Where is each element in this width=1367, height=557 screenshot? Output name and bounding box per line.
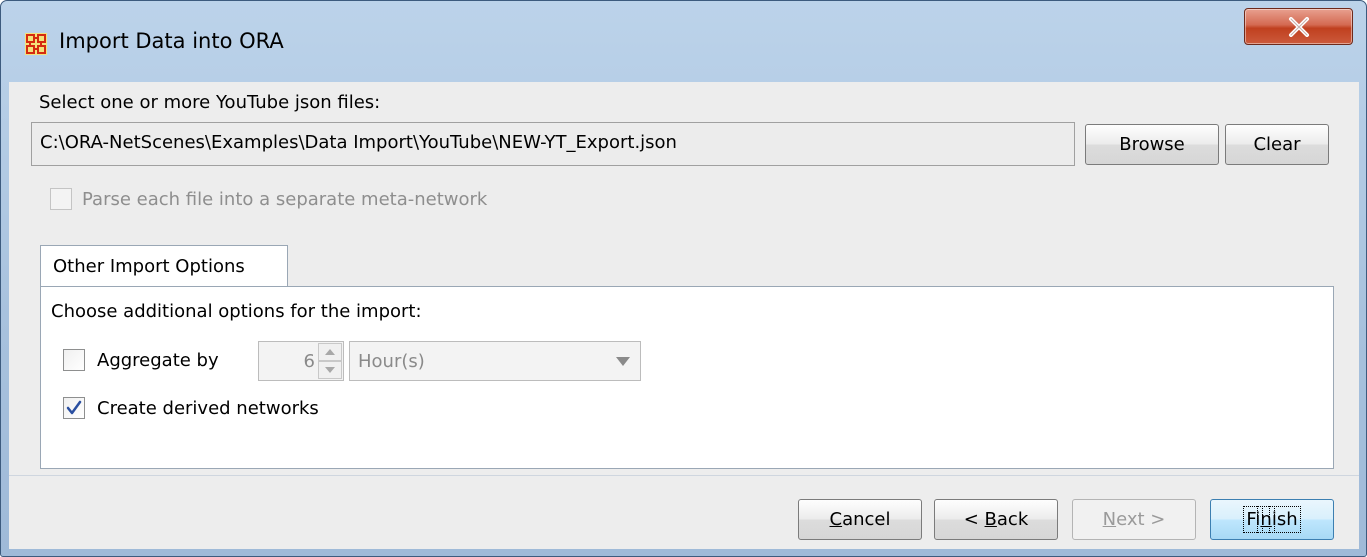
parse-separate-checkbox[interactable] [50,188,72,210]
back-mnemonic: B [984,509,997,530]
spin-down-button[interactable] [318,361,342,379]
clear-button[interactable]: Clear [1225,124,1329,165]
back-button[interactable]: < Back [934,499,1058,540]
aggregate-label: Aggregate by [97,350,219,371]
finish-label-suffix: ish [1268,506,1301,533]
close-button[interactable] [1244,8,1353,45]
derived-networks-label: Create derived networks [97,398,319,419]
back-label-suffix: ack [996,509,1029,530]
window-title: Import Data into ORA [59,29,284,53]
aggregate-unit-value: Hour(s) [358,351,425,372]
cancel-mnemonic: C [829,509,843,530]
back-label-prefix: < [963,509,985,530]
dialog-content: Select one or more YouTube json files: C… [9,82,1359,475]
dialog-footer: Cancel < Back Next > Finish [9,475,1359,549]
file-select-label: Select one or more YouTube json files: [39,92,381,113]
aggregate-unit-select[interactable]: Hour(s) [349,341,641,381]
aggregate-amount-spinner[interactable]: 6 [258,341,344,381]
finish-label-prefix: Fi [1243,506,1264,533]
ora-grid-icon [25,33,47,55]
title-bar[interactable]: Import Data into ORA [1,1,1366,81]
next-label-suffix: ext > [1116,509,1166,530]
file-path-field[interactable]: C:\ORA-NetScenes\Examples\Data Import\Yo… [31,122,1075,166]
checkmark-icon [66,400,82,415]
aggregate-amount-value: 6 [303,351,315,372]
parse-separate-label: Parse each file into a separate meta-net… [82,189,488,210]
tab-label: Other Import Options [53,256,245,277]
options-panel: Choose additional options for the import… [40,286,1334,469]
next-mnemonic: N [1102,509,1117,530]
finish-mnemonic: n [1257,506,1275,533]
cancel-label-suffix: ancel [842,509,891,530]
derived-networks-checkbox[interactable] [63,397,85,419]
aggregate-checkbox[interactable] [63,349,85,371]
spinner-arrows-icon[interactable] [318,343,342,379]
browse-button[interactable]: Browse [1085,124,1219,165]
next-button[interactable]: Next > [1072,499,1196,540]
finish-button[interactable]: Finish [1210,499,1334,540]
finish-label: Finish [1243,506,1301,533]
tab-other-import-options[interactable]: Other Import Options [40,245,288,287]
options-instruction: Choose additional options for the import… [51,301,422,322]
spin-up-button[interactable] [318,343,342,361]
dialog-window: Import Data into ORA Select one or more … [0,0,1367,557]
cancel-button[interactable]: Cancel [798,499,922,540]
